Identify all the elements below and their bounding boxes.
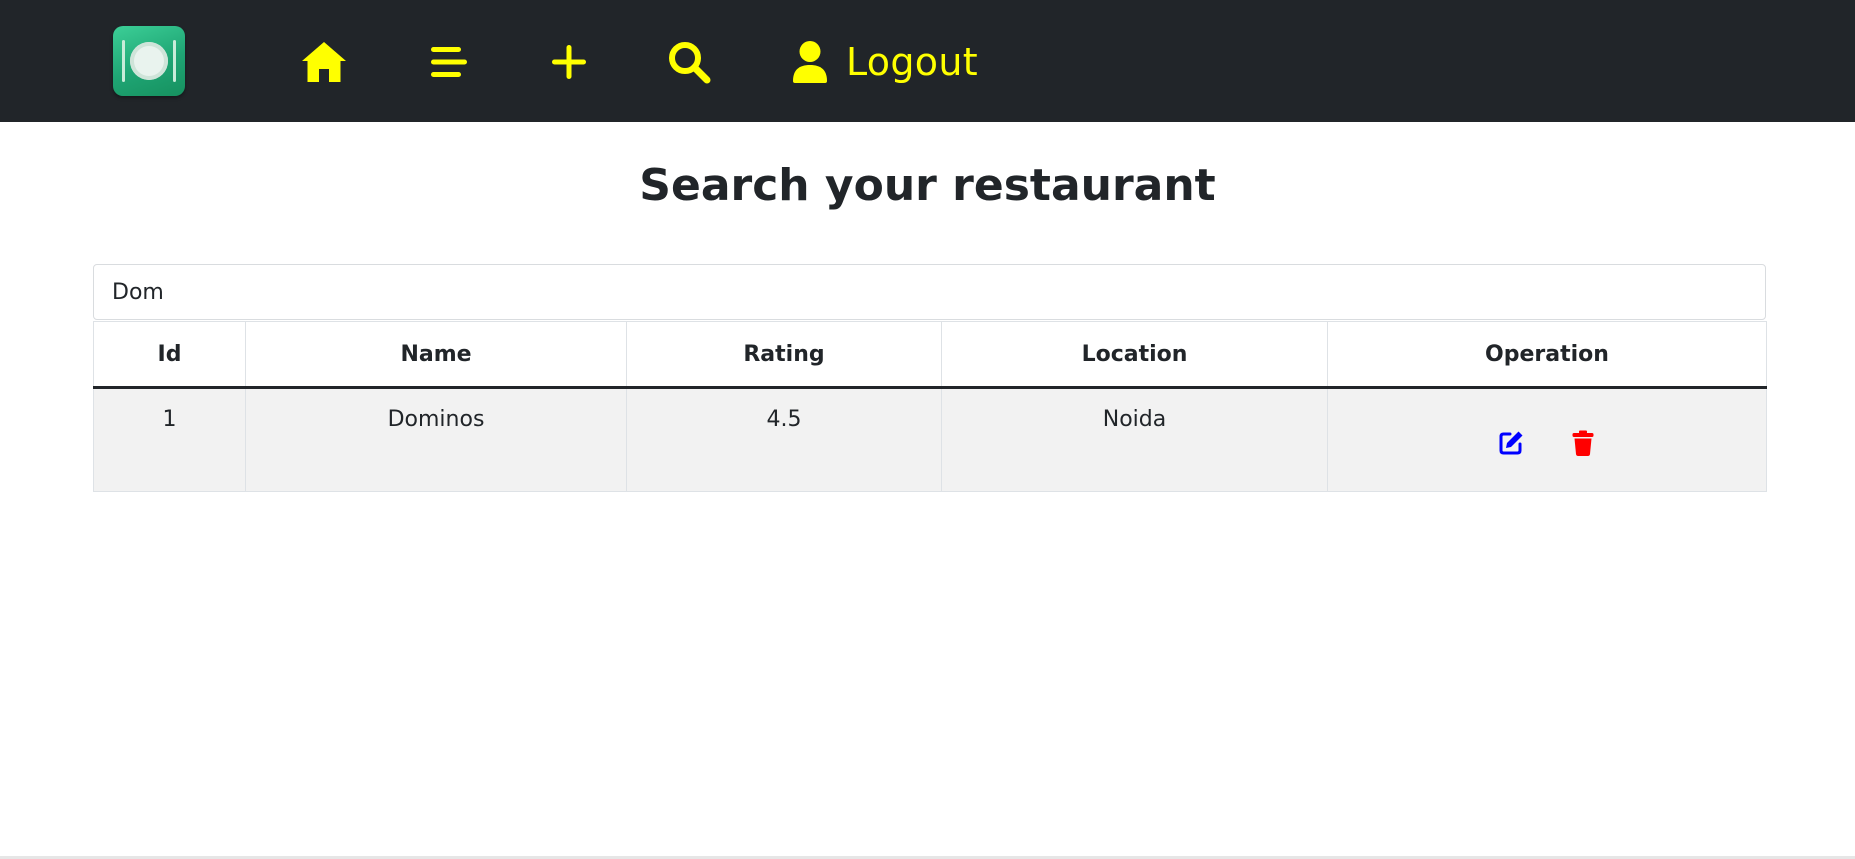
column-header-operation: Operation [1327, 321, 1767, 389]
spoon-icon [173, 40, 176, 82]
cell-operation [1327, 387, 1767, 492]
home-icon[interactable] [300, 38, 348, 86]
restaurant-logo-icon[interactable] [113, 26, 185, 96]
user-icon [793, 41, 827, 83]
table-row: 1 Dominos 4.5 Noida [93, 387, 1767, 492]
cell-name: Dominos [245, 387, 627, 492]
search-icon[interactable] [665, 38, 713, 86]
page-title: Search your restaurant [639, 160, 1216, 211]
cell-rating: 4.5 [626, 387, 942, 492]
cell-location: Noida [941, 387, 1328, 492]
list-icon[interactable] [424, 38, 472, 86]
column-header-rating: Rating [626, 321, 942, 389]
row-actions [1329, 429, 1765, 457]
column-header-name: Name [245, 321, 627, 389]
fork-icon [122, 40, 125, 82]
top-navbar: Logout [0, 0, 1855, 122]
logout-button[interactable]: Logout [790, 36, 978, 88]
delete-icon[interactable] [1569, 429, 1597, 457]
plate-icon [130, 42, 168, 80]
logout-label: Logout [846, 40, 978, 84]
search-input[interactable] [93, 264, 1766, 320]
plus-icon[interactable] [545, 38, 593, 86]
cell-id: 1 [93, 387, 246, 492]
edit-icon[interactable] [1497, 429, 1525, 457]
column-header-id: Id [93, 321, 246, 389]
restaurant-table: Id Name Rating Location Operation 1 Domi… [93, 321, 1767, 492]
column-header-location: Location [941, 321, 1328, 389]
table-header-row: Id Name Rating Location Operation [93, 321, 1767, 389]
